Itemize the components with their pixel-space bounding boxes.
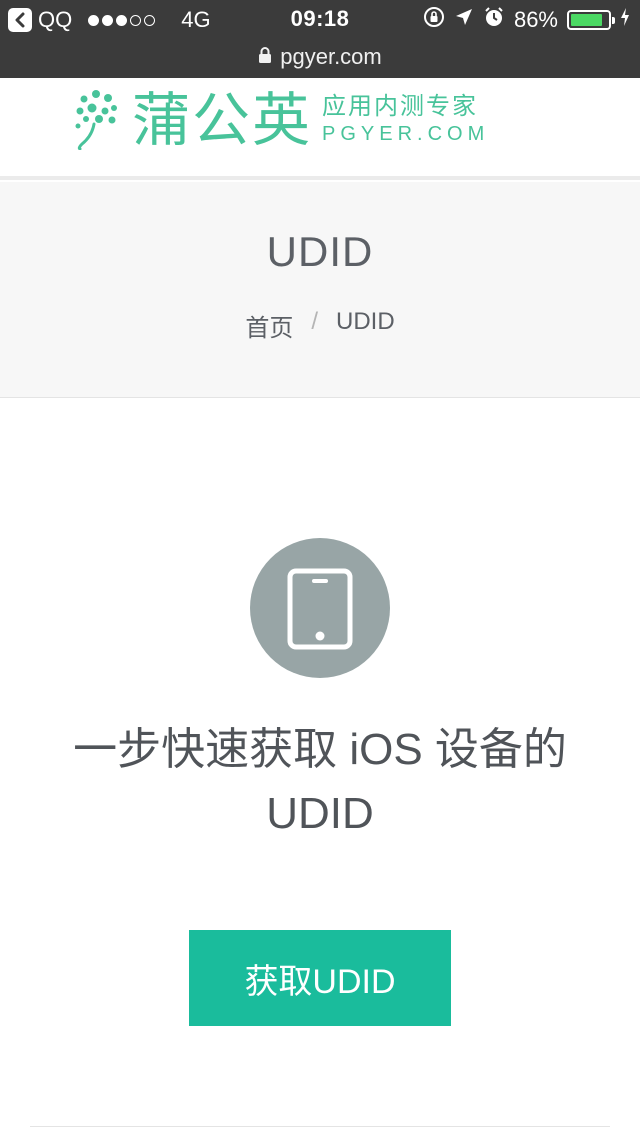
alarm-clock-icon — [483, 6, 505, 34]
battery-tip — [612, 17, 615, 24]
status-row: QQ 4G 09:18 86% — [0, 0, 640, 40]
logo-subtitle: 应用内测专家 PGYER.COM — [322, 93, 489, 148]
bottom-divider — [30, 1126, 610, 1127]
tablet-icon — [250, 568, 390, 682]
site-header: 蒲公英 应用内测专家 PGYER.COM — [0, 78, 640, 180]
lock-icon — [258, 44, 272, 70]
status-right: 86% — [423, 6, 630, 34]
device-illustration — [250, 538, 390, 678]
hero-headline: 一步快速获取 iOS 设备的 UDID — [40, 718, 600, 846]
battery-level-fill — [571, 14, 602, 26]
headline-line-2: UDID — [266, 789, 374, 838]
breadcrumb-separator: / — [311, 308, 318, 335]
location-arrow-icon — [454, 7, 474, 33]
breadcrumb-home-link[interactable]: 首页 — [245, 308, 293, 343]
headline-line-1: 一步快速获取 iOS 设备的 — [73, 725, 567, 774]
url-text[interactable]: pgyer.com — [280, 44, 382, 70]
logo-domain: PGYER.COM — [322, 123, 490, 146]
battery-percent: 86% — [513, 7, 558, 32]
charging-bolt-icon — [620, 7, 630, 33]
logo-name: 蒲公英 — [132, 86, 313, 154]
logo-slogan: 应用内测专家 — [322, 92, 479, 120]
page-title: UDID — [266, 228, 374, 275]
page-header: UDID 首页 / UDID — [0, 182, 640, 398]
status-bar: QQ 4G 09:18 86% pgyer.com — [0, 0, 640, 78]
pgyer-logo[interactable]: 蒲公英 应用内测专家 PGYER.COM — [72, 84, 489, 156]
battery-icon — [567, 10, 615, 30]
dandelion-icon — [72, 86, 120, 155]
get-udid-button[interactable]: 获取UDID — [189, 930, 451, 1026]
breadcrumb-current: UDID — [336, 308, 395, 335]
address-bar[interactable]: pgyer.com — [0, 42, 640, 72]
breadcrumb: 首页 / UDID — [0, 308, 640, 343]
rotation-lock-icon — [423, 6, 445, 34]
